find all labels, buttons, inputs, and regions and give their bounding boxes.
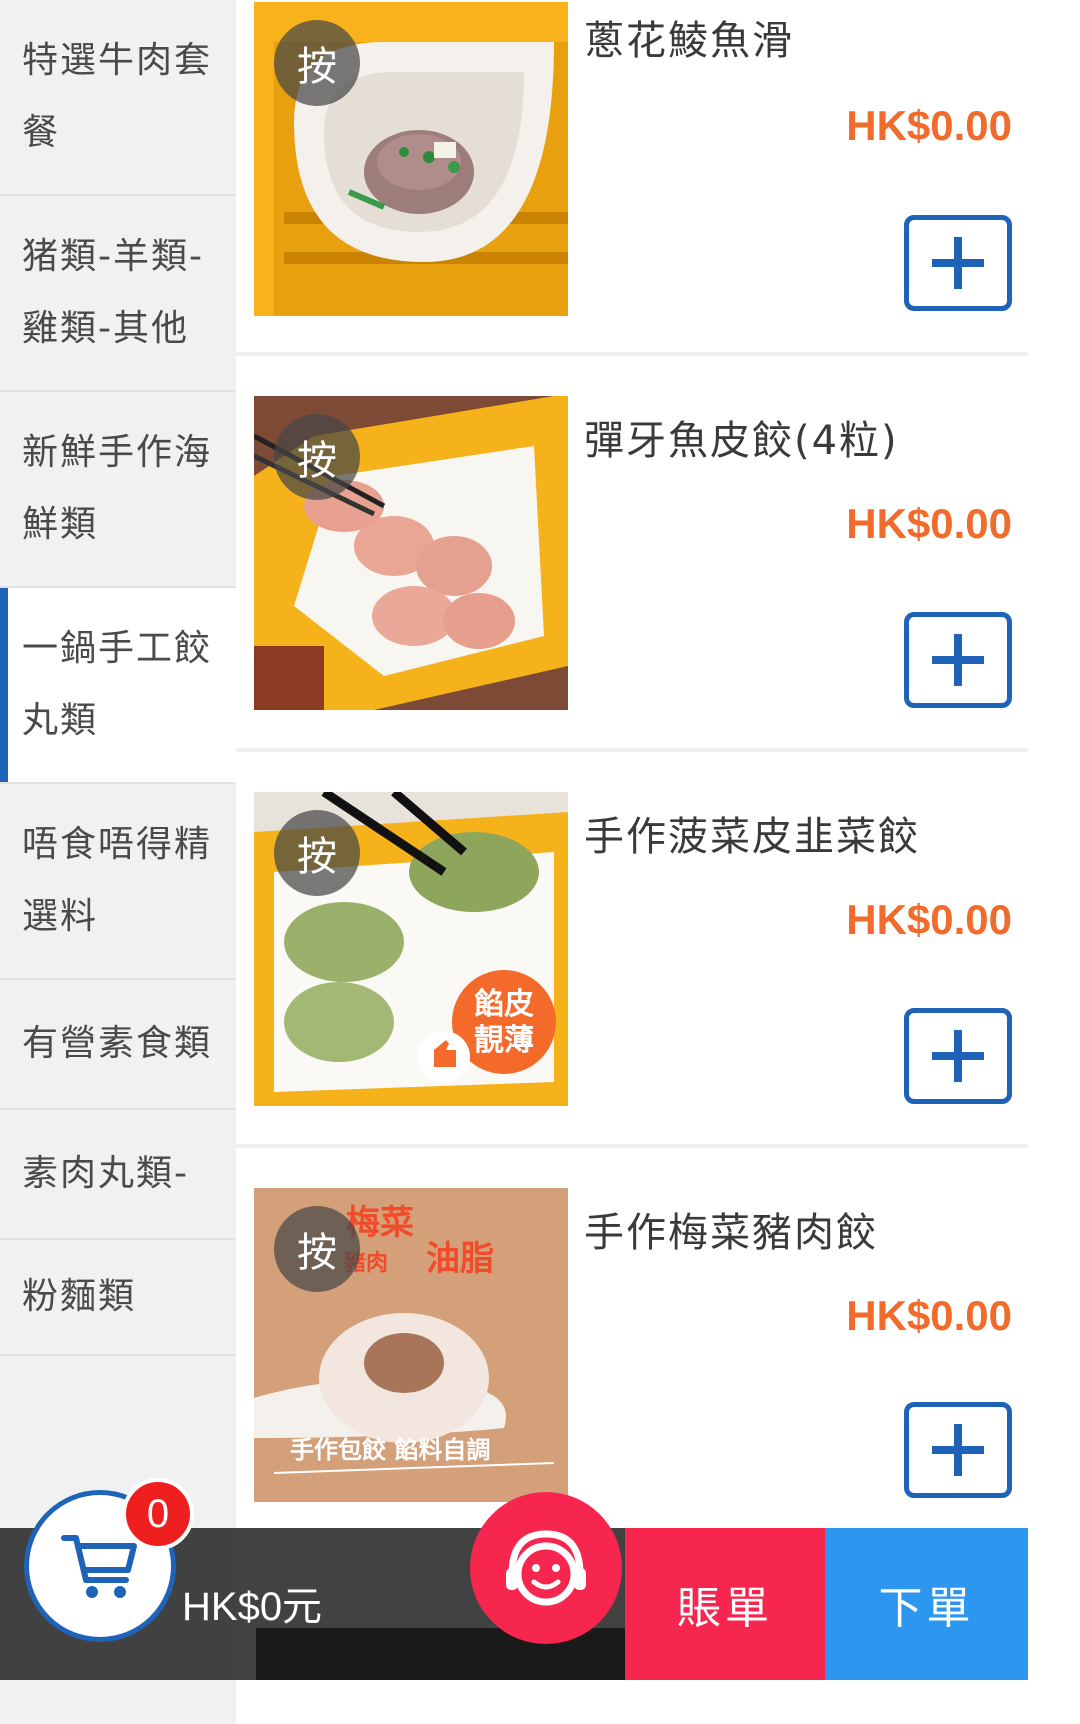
plus-icon <box>932 237 984 289</box>
category-sidebar[interactable]: 特選牛肉套餐 猪類-羊類-雞類-其他 新鮮手作海鮮類 一鍋手工餃丸類 唔食唔得精… <box>0 0 236 1724</box>
category-noodles[interactable]: 粉麵類 <box>0 1240 236 1356</box>
bill-button[interactable]: 賬單 <box>625 1528 825 1680</box>
divider <box>236 748 1028 752</box>
plus-icon <box>932 1030 984 1082</box>
item-image[interactable]: 按 <box>254 2 568 316</box>
menu-item: 餡皮 靚薄 按 手作菠菜皮韭菜餃 HK$0.00 <box>236 792 1028 1192</box>
item-image[interactable]: 按 <box>254 396 568 710</box>
item-price: HK$0.00 <box>846 1292 1012 1339</box>
add-to-cart-button[interactable] <box>904 1008 1012 1104</box>
menu-item: 按 彈牙魚皮餃(4粒) HK$0.00 <box>236 396 1028 796</box>
category-beef-set[interactable]: 特選牛肉套餐 <box>0 0 236 196</box>
plus-icon <box>932 634 984 686</box>
press-badge: 按 <box>274 1206 360 1292</box>
item-name: 手作梅菜豬肉餃 <box>584 1210 878 1256</box>
category-must-eat[interactable]: 唔食唔得精選料 <box>0 784 236 980</box>
press-badge: 按 <box>274 20 360 106</box>
category-label: 特選牛肉套餐 <box>22 40 213 153</box>
item-image[interactable]: 梅菜 豬肉 油脂 手作包餃 餡料自調 按 <box>254 1188 568 1502</box>
item-name: 蔥花鯪魚滑 <box>584 18 794 64</box>
image-caption: 靚薄 <box>474 1023 534 1058</box>
item-image[interactable]: 餡皮 靚薄 按 <box>254 792 568 1106</box>
category-pork-lamb-chicken[interactable]: 猪類-羊類-雞類-其他 <box>0 196 236 392</box>
image-caption: 餡皮 <box>474 987 534 1022</box>
divider <box>236 1144 1028 1148</box>
menu-item: 按 蔥花鯪魚滑 HK$0.00 <box>236 0 1028 400</box>
item-price: HK$0.00 <box>846 102 1012 149</box>
add-to-cart-button[interactable] <box>904 215 1012 311</box>
category-label: 粉麵類 <box>22 1276 137 1317</box>
cart-total: HK$0元 <box>182 1585 323 1629</box>
app: 特選牛肉套餐 猪類-羊類-雞類-其他 新鮮手作海鮮類 一鍋手工餃丸類 唔食唔得精… <box>0 0 1080 1724</box>
press-badge: 按 <box>274 414 360 500</box>
image-caption: 手作包餃 餡料自調 <box>290 1436 490 1464</box>
cart-count-badge: 0 <box>122 1478 194 1550</box>
item-price: HK$0.00 <box>846 896 1012 943</box>
press-badge: 按 <box>274 810 360 896</box>
category-vegetarian[interactable]: 有營素食類 <box>0 980 236 1110</box>
image-caption: 油脂 <box>426 1239 494 1279</box>
plus-icon <box>932 1424 984 1476</box>
category-label: 唔食唔得精選料 <box>22 824 213 937</box>
category-fresh-seafood[interactable]: 新鮮手作海鮮類 <box>0 392 236 588</box>
item-name: 彈牙魚皮餃(4粒) <box>584 418 899 464</box>
category-veg-meatballs[interactable]: 素肉丸類- <box>0 1110 236 1240</box>
place-order-button[interactable]: 下單 <box>825 1528 1028 1680</box>
category-label: 素肉丸類- <box>22 1153 189 1194</box>
category-label: 有營素食類 <box>22 1023 213 1064</box>
item-price: HK$0.00 <box>846 500 1012 547</box>
item-name: 手作菠菜皮韭菜餃 <box>584 814 920 860</box>
add-to-cart-button[interactable] <box>904 1402 1012 1498</box>
category-dumplings-balls[interactable]: 一鍋手工餃丸類 <box>0 588 236 784</box>
category-label: 新鮮手作海鮮類 <box>22 432 213 545</box>
category-label: 猪類-羊類-雞類-其他 <box>22 236 204 349</box>
headset-icon <box>506 1530 586 1606</box>
add-to-cart-button[interactable] <box>904 612 1012 708</box>
customer-service-button[interactable] <box>470 1492 622 1644</box>
category-label: 一鍋手工餃丸類 <box>22 628 213 741</box>
divider <box>236 352 1028 356</box>
item-list: 按 蔥花鯪魚滑 HK$0.00 按 彈牙魚皮餃(4粒) HK$0.00 餡皮 靚… <box>236 0 1028 1724</box>
